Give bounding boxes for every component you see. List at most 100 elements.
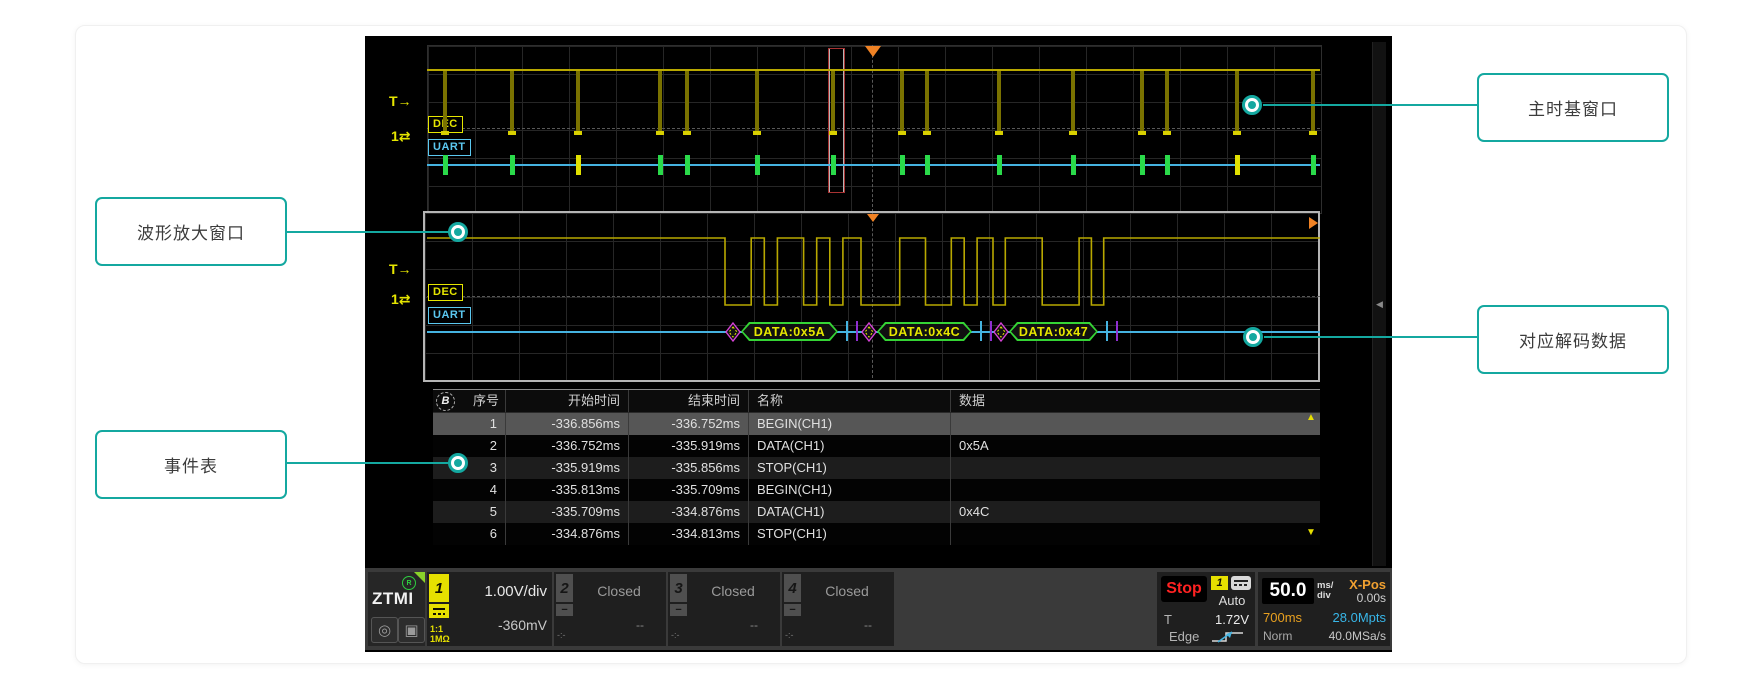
- zoom-channel1-position-marker[interactable]: 1⇄: [391, 292, 411, 306]
- cell-name: BEGIN(CH1): [748, 413, 950, 435]
- callout-marker-zoom-window: [448, 222, 468, 242]
- table-row[interactable]: 3-335.919ms-335.856msSTOP(CH1): [433, 457, 1320, 479]
- uart-data-frame: DATA:0x47: [1009, 322, 1098, 341]
- table-row[interactable]: 2-336.752ms-335.919msDATA(CH1)0x5A: [433, 435, 1320, 457]
- table-row[interactable]: 1-336.856ms-336.752msBEGIN(CH1): [433, 413, 1320, 435]
- scrollbar-down-icon[interactable]: ▼: [1306, 528, 1316, 538]
- trigger-source-badge[interactable]: 1: [1211, 576, 1228, 590]
- channel-4-badge[interactable]: 4: [784, 574, 801, 602]
- callout-line-decoded-data: [1264, 336, 1477, 338]
- bottom-bar: ZTMI R ◎ ▣ 1 1.00V/div -360mV 1:1 1MΩ: [365, 568, 1392, 650]
- pulse-cap: [1309, 131, 1317, 135]
- channel-3-badge[interactable]: 3: [670, 574, 687, 602]
- scrollbar-up-icon[interactable]: ▲: [1306, 413, 1316, 423]
- channel-4-status: Closed: [804, 583, 890, 599]
- channel-2-status: Closed: [576, 583, 662, 599]
- cell-start-time: -335.813ms: [505, 479, 628, 501]
- dec-bus-label-zoom[interactable]: DEC: [428, 284, 463, 301]
- zoom-trigger-position-icon[interactable]: [867, 214, 879, 222]
- timebase-scale[interactable]: 50.0: [1262, 578, 1314, 604]
- decode-burst-tick: [1165, 155, 1170, 175]
- uart-start-marker-icon: [993, 322, 1010, 343]
- bus-b-icon[interactable]: B: [436, 392, 455, 411]
- channel-4-block[interactable]: 4−Closed---:-: [782, 572, 894, 646]
- table-row[interactable]: 4-335.813ms-335.709msBEGIN(CH1): [433, 479, 1320, 501]
- pulse-cap: [1069, 131, 1077, 135]
- cell-index: 2: [433, 435, 505, 457]
- cell-name: DATA(CH1): [748, 435, 950, 457]
- channel1-position-marker[interactable]: 1⇄: [391, 129, 411, 143]
- cell-index: 4: [433, 479, 505, 501]
- callout-line-event-table: [283, 462, 449, 464]
- channel-2-badge[interactable]: 2: [556, 574, 573, 602]
- brand-block: ZTMI R ◎ ▣: [368, 572, 425, 646]
- decode-burst-tick: [1235, 155, 1240, 175]
- side-panel-arrow-icon[interactable]: ◀: [1376, 299, 1383, 310]
- channel-1-coupling-icon[interactable]: [429, 604, 449, 618]
- cell-data: 0x4C: [950, 501, 1320, 523]
- cell-end-time: -336.752ms: [628, 413, 748, 435]
- channel-2-block[interactable]: 2−Closed---:-: [554, 572, 666, 646]
- bus-activity-pulse: [1311, 71, 1315, 133]
- record-points: 28.0Mpts: [1314, 610, 1386, 625]
- cell-data: [950, 479, 1320, 501]
- cell-name: STOP(CH1): [748, 523, 950, 545]
- timebase-block[interactable]: 50.0 ms/ div X-Pos 0.00s 700ms 28.0Mpts …: [1258, 572, 1390, 646]
- run-state-badge[interactable]: Stop: [1161, 576, 1207, 602]
- trigger-level-label: T: [1164, 612, 1172, 627]
- uart-data-frame: DATA:0x4C: [877, 322, 972, 341]
- decode-burst-tick: [997, 155, 1002, 175]
- cell-start-time: -336.752ms: [505, 435, 628, 457]
- uart-stop-marker-icon: [1106, 321, 1118, 341]
- knob-icon[interactable]: ◎: [371, 617, 398, 643]
- decode-burst-tick: [1140, 155, 1145, 175]
- xpos-label: X-Pos: [1338, 577, 1386, 592]
- side-panel-strip[interactable]: ◀: [1372, 42, 1386, 566]
- uart-data-frame-label: DATA:0x47: [1011, 324, 1096, 339]
- decode-burst-tick: [1071, 155, 1076, 175]
- pulse-cap: [923, 131, 931, 135]
- trigger-position-icon[interactable]: [865, 46, 881, 57]
- channel-3-offset-placeholder: --: [750, 618, 758, 632]
- bus-activity-pulse: [1165, 71, 1169, 133]
- acquisition-mode: Norm: [1263, 629, 1292, 643]
- bus-activity-pulse: [443, 71, 447, 133]
- uart-stop-marker-icon: [980, 321, 992, 341]
- cell-data: [950, 523, 1320, 545]
- pulse-cap: [753, 131, 761, 135]
- channel-1-impedance: 1MΩ: [430, 634, 450, 644]
- channel-2-minus-badge[interactable]: −: [556, 604, 573, 616]
- decode-burst-tick: [755, 155, 760, 175]
- channel-3-minus-badge[interactable]: −: [670, 604, 687, 616]
- decode-burst-tick: [658, 155, 663, 175]
- channel-4-offset-placeholder: --: [864, 618, 872, 632]
- trigger-level-marker[interactable]: T→: [389, 94, 412, 108]
- trigger-coupling-icon[interactable]: [1231, 576, 1251, 590]
- channel-3-probe-placeholder: -:-: [671, 630, 680, 640]
- pulse-cap: [441, 131, 449, 135]
- corner-triangle-icon: [414, 572, 425, 583]
- uart-bus-label-main[interactable]: UART: [428, 139, 471, 156]
- uart-bus-label-zoom[interactable]: UART: [428, 307, 471, 324]
- table-row[interactable]: 6-334.876ms-334.813msSTOP(CH1): [433, 523, 1320, 545]
- col-start-time: 开始时间: [505, 390, 628, 412]
- trigger-mode-label[interactable]: Edge: [1169, 629, 1199, 644]
- trigger-level-value: 1.72V: [1195, 612, 1249, 627]
- trigger-status-block[interactable]: Stop 1 Auto T 1.72V Edge: [1157, 572, 1255, 646]
- channel-1-block[interactable]: 1 1.00V/div -360mV 1:1 1MΩ: [427, 572, 552, 646]
- zoom-right-arrow-icon[interactable]: [1309, 217, 1318, 229]
- channel-3-block[interactable]: 3−Closed---:-: [668, 572, 780, 646]
- table-row[interactable]: 5-335.709ms-334.876msDATA(CH1)0x4C: [433, 501, 1320, 523]
- channel-4-minus-badge[interactable]: −: [784, 604, 801, 616]
- pulse-cap: [898, 131, 906, 135]
- decode-burst-tick: [510, 155, 515, 175]
- cell-data: [950, 413, 1320, 435]
- bus-activity-pulse: [1071, 71, 1075, 133]
- trigger-sweep-mode[interactable]: Auto: [1211, 593, 1253, 608]
- uart-data-frame-label: DATA:0x5A: [743, 324, 836, 339]
- touch-icon[interactable]: ▣: [398, 617, 425, 643]
- zoom-trigger-level-marker[interactable]: T→: [389, 262, 412, 276]
- channel-1-badge[interactable]: 1: [429, 574, 449, 602]
- cell-name: BEGIN(CH1): [748, 479, 950, 501]
- cell-name: STOP(CH1): [748, 457, 950, 479]
